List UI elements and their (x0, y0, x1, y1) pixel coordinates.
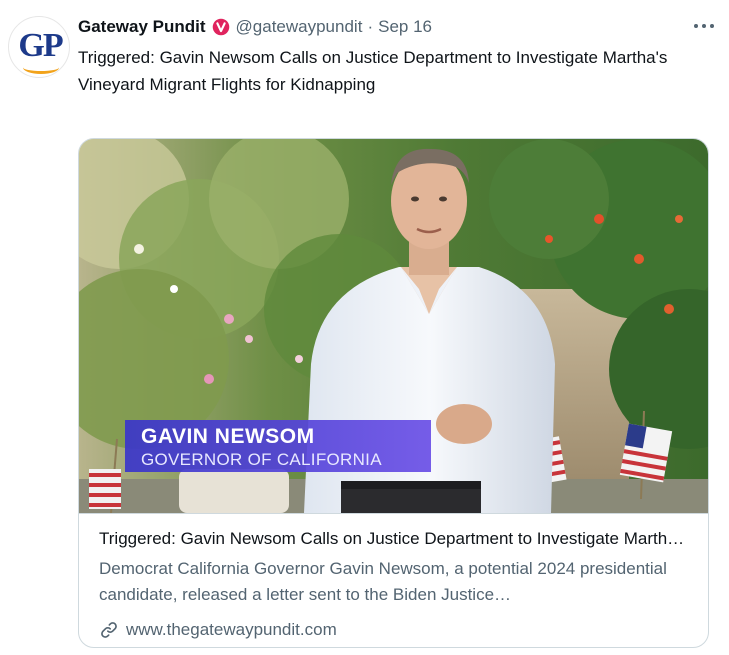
link-icon (101, 622, 117, 638)
verified-badge-icon (212, 18, 229, 36)
more-options-icon[interactable] (686, 14, 722, 38)
card-description: Democrat California Governor Gavin Newso… (99, 559, 667, 604)
card-info[interactable]: Triggered: Gavin Newsom Calls on Justice… (79, 513, 708, 647)
avatar-swoosh (23, 61, 59, 74)
card-domain-text: www.thegatewaypundit.com (126, 620, 337, 639)
author-name[interactable]: Gateway Pundit (78, 17, 206, 37)
link-card[interactable]: GAVIN NEWSOM GOVERNOR OF CALIFORNIA Trig… (78, 138, 709, 648)
card-title[interactable]: Triggered: Gavin Newsom Calls on Justice… (99, 526, 691, 552)
tweet-text: Triggered: Gavin Newsom Calls on Justice… (78, 48, 668, 94)
tweet-date[interactable]: Sep 16 (378, 17, 432, 37)
caption-title: GOVERNOR OF CALIFORNIA (141, 450, 382, 469)
author-avatar[interactable]: GP (8, 16, 70, 78)
card-domain[interactable]: www.thegatewaypundit.com (99, 618, 337, 642)
header-separator: · (367, 17, 374, 36)
tweet-header: Gateway Pundit @gatewaypundit · Sep 16 (78, 15, 432, 39)
caption-name: GAVIN NEWSOM (141, 425, 315, 448)
avatar-logo-text: GP (18, 27, 63, 64)
author-handle[interactable]: @gatewaypundit (236, 17, 363, 37)
card-image[interactable]: GAVIN NEWSOM GOVERNOR OF CALIFORNIA (79, 139, 708, 513)
